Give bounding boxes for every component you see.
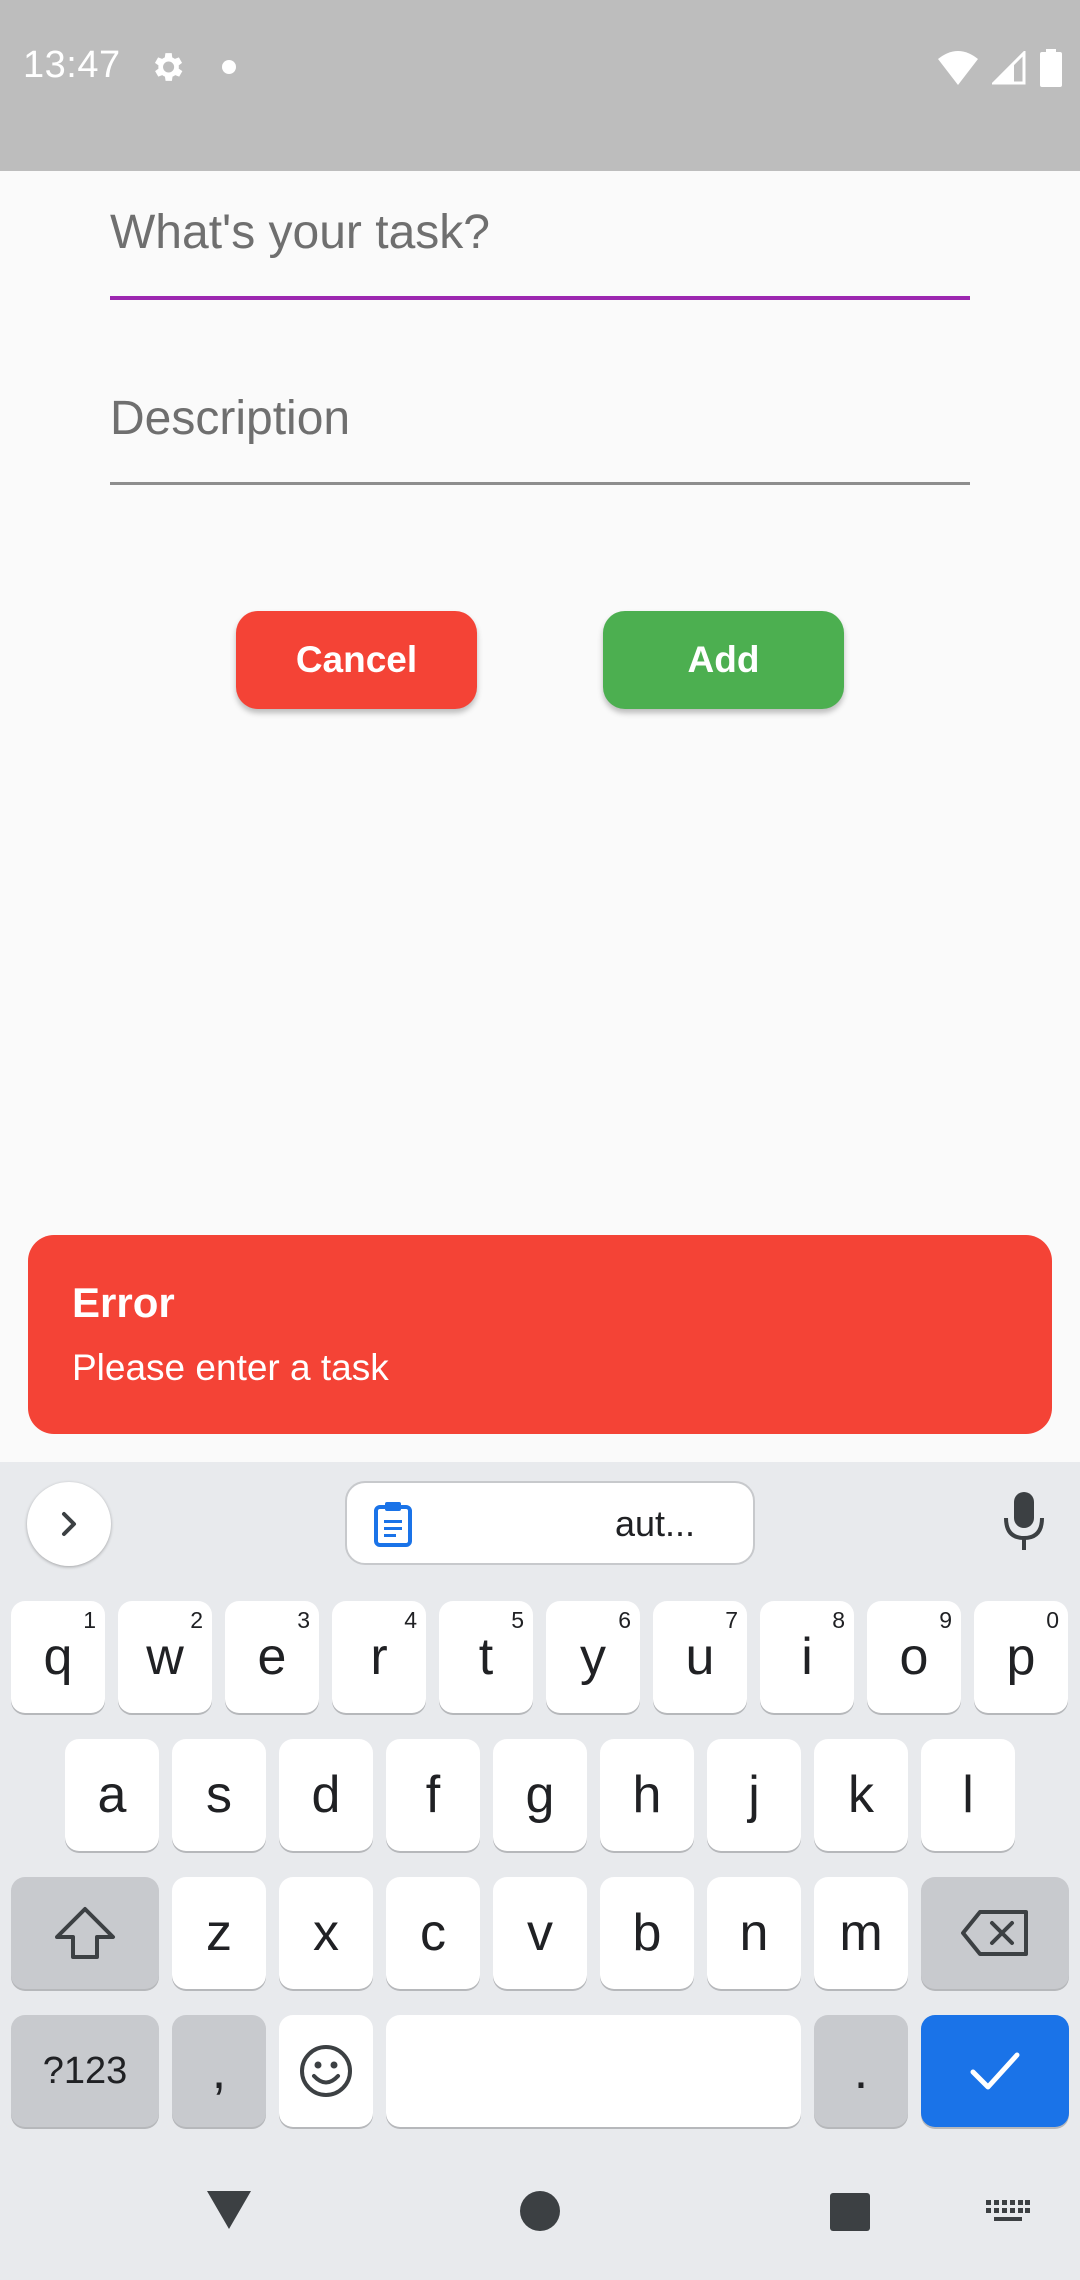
chevron-right-icon	[62, 1512, 76, 1536]
keyboard-switch-icon[interactable]	[986, 2200, 1030, 2226]
navigation-bar	[0, 2140, 1080, 2280]
emoji-key[interactable]	[279, 2015, 373, 2127]
shift-arrow-icon	[55, 1907, 115, 1959]
snackbar-title: Error	[72, 1279, 175, 1326]
cell-signal-icon	[992, 51, 1026, 85]
key-hint: 0	[1046, 1607, 1059, 1633]
key-label: y	[580, 1628, 606, 1686]
key-d[interactable]: d	[279, 1739, 373, 1851]
key-n[interactable]: n	[707, 1877, 801, 1989]
key-s[interactable]: s	[172, 1739, 266, 1851]
key-g[interactable]: g	[493, 1739, 587, 1851]
key-hint: 1	[83, 1607, 96, 1633]
key-b[interactable]: b	[600, 1877, 694, 1989]
key-label: i	[801, 1628, 813, 1686]
key-q[interactable]: q1	[11, 1601, 105, 1713]
settings-gear-icon	[154, 53, 183, 81]
clipboard-suggestion-chip[interactable]: aut...	[345, 1481, 755, 1565]
description-input[interactable]	[110, 385, 970, 451]
period-key[interactable]: .	[814, 2015, 908, 2127]
key-p[interactable]: p0	[974, 1601, 1068, 1713]
status-icons	[938, 48, 1062, 88]
backspace-icon	[961, 1910, 1028, 1956]
key-k[interactable]: k	[814, 1739, 908, 1851]
emoji-smiley-icon	[300, 2045, 352, 2097]
key-f[interactable]: f	[386, 1739, 480, 1851]
key-y[interactable]: y6	[546, 1601, 640, 1713]
task-field-underline	[110, 296, 970, 300]
back-triangle-icon[interactable]	[204, 2188, 254, 2232]
key-label: r	[370, 1628, 388, 1686]
comma-key[interactable]: ,	[172, 2015, 266, 2127]
key-e[interactable]: e3	[225, 1601, 319, 1713]
symbols-key[interactable]: ?123	[11, 2015, 159, 2127]
backspace-key[interactable]	[921, 1877, 1069, 1989]
key-hint: 7	[725, 1607, 738, 1633]
key-label: t	[478, 1628, 494, 1686]
recents-square-icon[interactable]	[829, 2192, 871, 2232]
key-label: p	[1006, 1628, 1036, 1686]
home-circle-icon[interactable]	[519, 2190, 561, 2232]
key-label: e	[257, 1628, 287, 1686]
key-t[interactable]: t5	[439, 1601, 533, 1713]
key-c[interactable]: c	[386, 1877, 480, 1989]
key-label: w	[146, 1628, 184, 1686]
checkmark-icon	[970, 2052, 1020, 2090]
status-time: 13:47	[23, 44, 121, 86]
description-field-underline	[110, 482, 970, 485]
add-button[interactable]: Add	[603, 611, 844, 709]
key-r[interactable]: r4	[332, 1601, 426, 1713]
key-z[interactable]: z	[172, 1877, 266, 1989]
wifi-icon	[938, 51, 978, 85]
key-m[interactable]: m	[814, 1877, 908, 1989]
key-hint: 9	[939, 1607, 952, 1633]
task-input[interactable]	[110, 200, 970, 264]
status-bar: 13:47	[0, 0, 1080, 171]
key-hint: 5	[511, 1607, 524, 1633]
key-hint: 8	[832, 1607, 845, 1633]
cancel-button[interactable]: Cancel	[236, 611, 477, 709]
key-i[interactable]: i8	[760, 1601, 854, 1713]
key-j[interactable]: j	[707, 1739, 801, 1851]
enter-key[interactable]	[921, 2015, 1069, 2127]
key-o[interactable]: o9	[867, 1601, 961, 1713]
key-hint: 6	[618, 1607, 631, 1633]
key-hint: 4	[404, 1607, 417, 1633]
key-label: q	[43, 1628, 73, 1686]
battery-icon	[1040, 49, 1062, 87]
key-a[interactable]: a	[65, 1739, 159, 1851]
key-hint: 2	[190, 1607, 203, 1633]
space-key[interactable]	[386, 2015, 801, 2127]
snackbar-message: Please enter a task	[72, 1347, 389, 1388]
key-x[interactable]: x	[279, 1877, 373, 1989]
toolbar-expand-button[interactable]	[27, 1482, 111, 1566]
notification-dot-icon	[222, 60, 236, 74]
key-w[interactable]: w2	[118, 1601, 212, 1713]
key-label: u	[685, 1628, 715, 1686]
clipboard-icon	[374, 1502, 412, 1547]
keyboard-suggestion-strip: aut...	[0, 1462, 1080, 1592]
key-hint: 3	[297, 1607, 310, 1633]
key-v[interactable]: v	[493, 1877, 587, 1989]
key-u[interactable]: u7	[653, 1601, 747, 1713]
shift-key[interactable]	[11, 1877, 159, 1989]
clipboard-suggestion-text: aut...	[615, 1503, 696, 1544]
error-snackbar: Error Please enter a task	[28, 1235, 1052, 1434]
task-field[interactable]	[110, 200, 970, 300]
key-label: o	[899, 1628, 929, 1686]
microphone-icon[interactable]	[1002, 1492, 1046, 1552]
key-l[interactable]: l	[921, 1739, 1015, 1851]
key-h[interactable]: h	[600, 1739, 694, 1851]
description-field[interactable]	[110, 385, 970, 485]
